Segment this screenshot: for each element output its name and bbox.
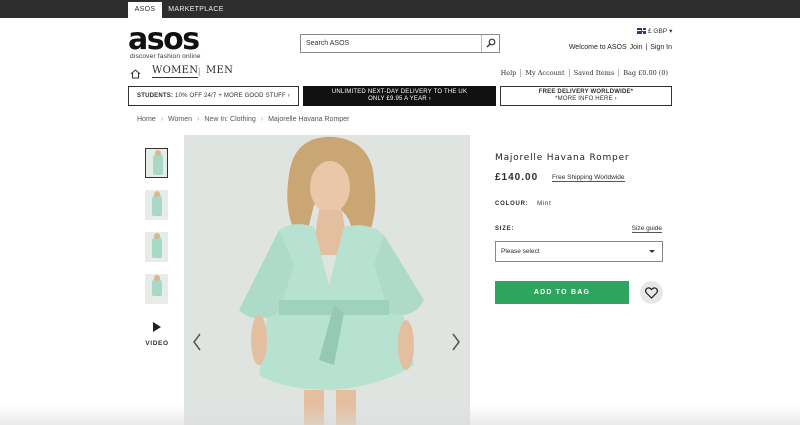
currency-label: £ GBP xyxy=(648,27,668,35)
promo-next-day-line2: ONLY £9.95 A YEAR › xyxy=(368,96,431,102)
video-button[interactable]: VIDEO xyxy=(144,322,170,347)
thumbnail-figure xyxy=(152,233,162,258)
logo-tagline: discover fashion online xyxy=(130,53,201,60)
play-icon xyxy=(153,322,161,332)
my-account-link[interactable]: My Account xyxy=(520,69,568,77)
heart-icon xyxy=(645,287,658,299)
promo-students[interactable]: STUDENTS: 10% OFF 24/7 + MORE GOOD STUFF… xyxy=(128,86,299,106)
join-link[interactable]: Join xyxy=(630,44,643,51)
thumbnail-figure xyxy=(152,191,162,216)
account-links: Help My Account Saved Items Bag £0.00 (0… xyxy=(497,69,672,77)
size-label: SIZE: xyxy=(495,226,515,232)
currency-selector[interactable]: £ GBP ▾ xyxy=(637,27,672,35)
promo-next-day-line1: UNLIMITED NEXT-DAY DELIVERY TO THE UK xyxy=(331,89,468,95)
breadcrumb-home[interactable]: Home xyxy=(137,116,156,123)
promo-free-delivery-line2: *MORE INFO HERE › xyxy=(555,96,617,102)
home-icon[interactable] xyxy=(130,66,141,84)
breadcrumb-new-in[interactable]: New In: Clothing xyxy=(204,116,255,123)
breadcrumb-separator: › xyxy=(260,116,264,123)
top-bar: ASOS MARKETPLACE xyxy=(0,0,800,18)
promo-free-delivery[interactable]: FREE DELIVERY WORLDWIDE* *MORE INFO HERE… xyxy=(500,86,672,106)
video-label: VIDEO xyxy=(145,340,169,347)
promo-free-delivery-line1: FREE DELIVERY WORLDWIDE* xyxy=(538,89,634,95)
tab-marketplace[interactable]: MARKETPLACE xyxy=(162,2,230,18)
prev-image-arrow[interactable] xyxy=(192,333,202,356)
colour-value: Mint xyxy=(537,201,552,207)
product-title: Majorelle Havana Romper xyxy=(495,153,630,163)
thumbnail-2[interactable] xyxy=(145,190,168,220)
save-for-later-button[interactable] xyxy=(640,281,663,304)
breadcrumb-separator: › xyxy=(160,116,164,123)
size-select[interactable]: Please select xyxy=(495,241,663,262)
free-shipping-link[interactable]: Free Shipping Worldwide xyxy=(552,174,625,182)
welcome-text: Welcome to ASOS xyxy=(568,44,627,51)
thumbnail-4[interactable] xyxy=(145,274,168,304)
nav-women[interactable]: WOMEN xyxy=(152,65,199,78)
search-placeholder: Search ASOS xyxy=(306,40,350,47)
nav-men[interactable]: MEN xyxy=(206,65,233,76)
bag-link[interactable]: Bag £0.00 (0) xyxy=(618,69,672,77)
main-nav: WOMEN | MEN Help My Account Saved Items … xyxy=(128,63,672,83)
chevron-left-icon xyxy=(193,333,201,351)
size-guide-link[interactable]: Size guide xyxy=(631,225,662,233)
saved-items-link[interactable]: Saved Items xyxy=(568,69,619,77)
promo-next-day[interactable]: UNLIMITED NEXT-DAY DELIVERY TO THE UK ON… xyxy=(303,86,496,106)
breadcrumb-separator: › xyxy=(197,116,200,123)
logo-wordmark: asos xyxy=(128,22,200,57)
search-button[interactable] xyxy=(481,35,499,52)
welcome-separator: | xyxy=(645,44,648,51)
search-input[interactable]: Search ASOS xyxy=(300,34,500,53)
thumbnail-1[interactable] xyxy=(145,148,168,178)
chevron-down-icon xyxy=(649,250,655,253)
thumbnail-3[interactable] xyxy=(145,232,168,262)
help-link[interactable]: Help xyxy=(497,69,521,77)
breadcrumb-women[interactable]: Women xyxy=(168,116,192,123)
uk-flag-icon xyxy=(637,28,646,34)
product-price: £140.00 xyxy=(495,172,539,183)
thumbnail-figure xyxy=(152,275,162,296)
next-image-arrow[interactable] xyxy=(451,333,461,356)
sign-in-link[interactable]: Sign In xyxy=(650,44,672,51)
promo-students-bold: STUDENTS: xyxy=(137,92,174,99)
breadcrumb: Home › Women › New In: Clothing › Majore… xyxy=(137,116,349,123)
welcome-area: Welcome to ASOS Join | Sign In xyxy=(568,44,672,51)
asos-logo[interactable]: asos discover fashion online xyxy=(128,22,201,61)
nav-divider: | xyxy=(198,66,201,76)
size-select-value: Please select xyxy=(501,248,540,255)
promo-students-text: 10% OFF 24/7 + MORE GOOD STUFF › xyxy=(175,92,290,99)
product-main-image[interactable] xyxy=(184,135,470,425)
colour-info: COLOUR: Mint xyxy=(495,201,552,207)
chevron-down-icon: ▾ xyxy=(669,28,673,35)
tab-asos[interactable]: ASOS xyxy=(128,2,162,18)
colour-label: COLOUR: xyxy=(495,201,529,207)
search-icon xyxy=(486,38,496,48)
breadcrumb-current: Majorelle Havana Romper xyxy=(268,116,350,123)
add-to-bag-button[interactable]: ADD TO BAG xyxy=(495,281,629,304)
page-fade xyxy=(0,405,800,425)
thumbnail-figure xyxy=(153,150,163,175)
product-photo xyxy=(184,135,470,425)
chevron-right-icon xyxy=(452,333,460,351)
